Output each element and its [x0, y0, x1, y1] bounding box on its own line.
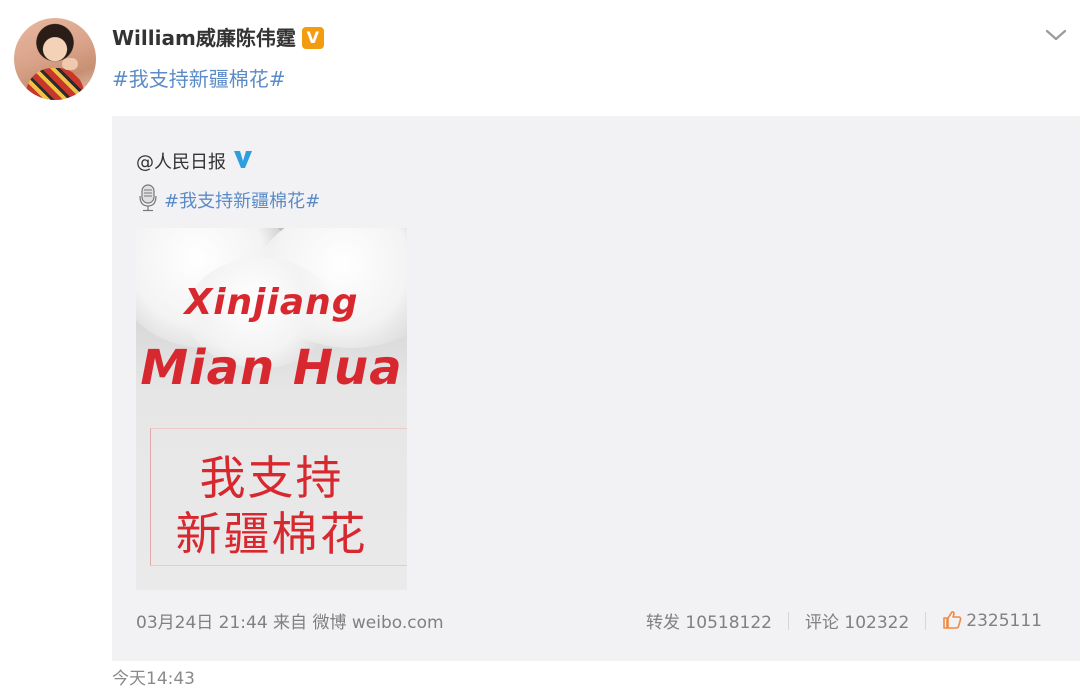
- post-username-row: William威廉陈伟霆: [112, 22, 324, 51]
- stat-divider: [925, 611, 927, 630]
- verified-blue-icon: [232, 149, 254, 174]
- post-time[interactable]: 今天14:43: [112, 670, 195, 689]
- avatar[interactable]: [14, 18, 96, 100]
- chevron-down-icon: [1045, 29, 1067, 41]
- repost-meta: 03月24日 21:44 来自 微博 weibo.com: [136, 613, 444, 633]
- like-count[interactable]: 2325111: [966, 611, 1042, 631]
- post-username[interactable]: William威廉陈伟霆: [112, 26, 296, 50]
- microphone-icon: [138, 184, 158, 216]
- repost-hashtag[interactable]: #我支持新疆棉花#: [164, 187, 320, 213]
- repost-user-row: @人民日报: [136, 148, 254, 174]
- comment-count[interactable]: 评论 102322: [805, 608, 909, 633]
- like-icon[interactable]: [942, 610, 962, 635]
- repost-tag-row: #我支持新疆棉花#: [138, 184, 320, 216]
- stat-divider: [787, 611, 789, 630]
- repost-image[interactable]: Xinjiang Mian Hua 我支持 新疆棉花: [136, 228, 407, 590]
- verified-orange-icon: [301, 26, 324, 49]
- repost-count[interactable]: 转发 10518122: [646, 608, 772, 633]
- repost-username[interactable]: @人民日报: [136, 148, 226, 174]
- avatar-shirt: [26, 68, 84, 100]
- image-title-line2: Mian Hua: [140, 340, 403, 396]
- image-title-line1: Xinjiang: [184, 282, 359, 323]
- post-hashtag[interactable]: #我支持新疆棉花#: [112, 63, 286, 92]
- repost-stats: 转发 10518122 评论 102322 2325111: [646, 608, 1042, 635]
- more-options-chevron[interactable]: [1042, 24, 1070, 46]
- avatar-hand: [62, 58, 78, 70]
- repost-card: @人民日报 #我支持新疆棉花# Xinjiang Mian Hua 我支持 新疆…: [112, 116, 1080, 661]
- image-cn-line2: 新疆棉花: [175, 507, 368, 561]
